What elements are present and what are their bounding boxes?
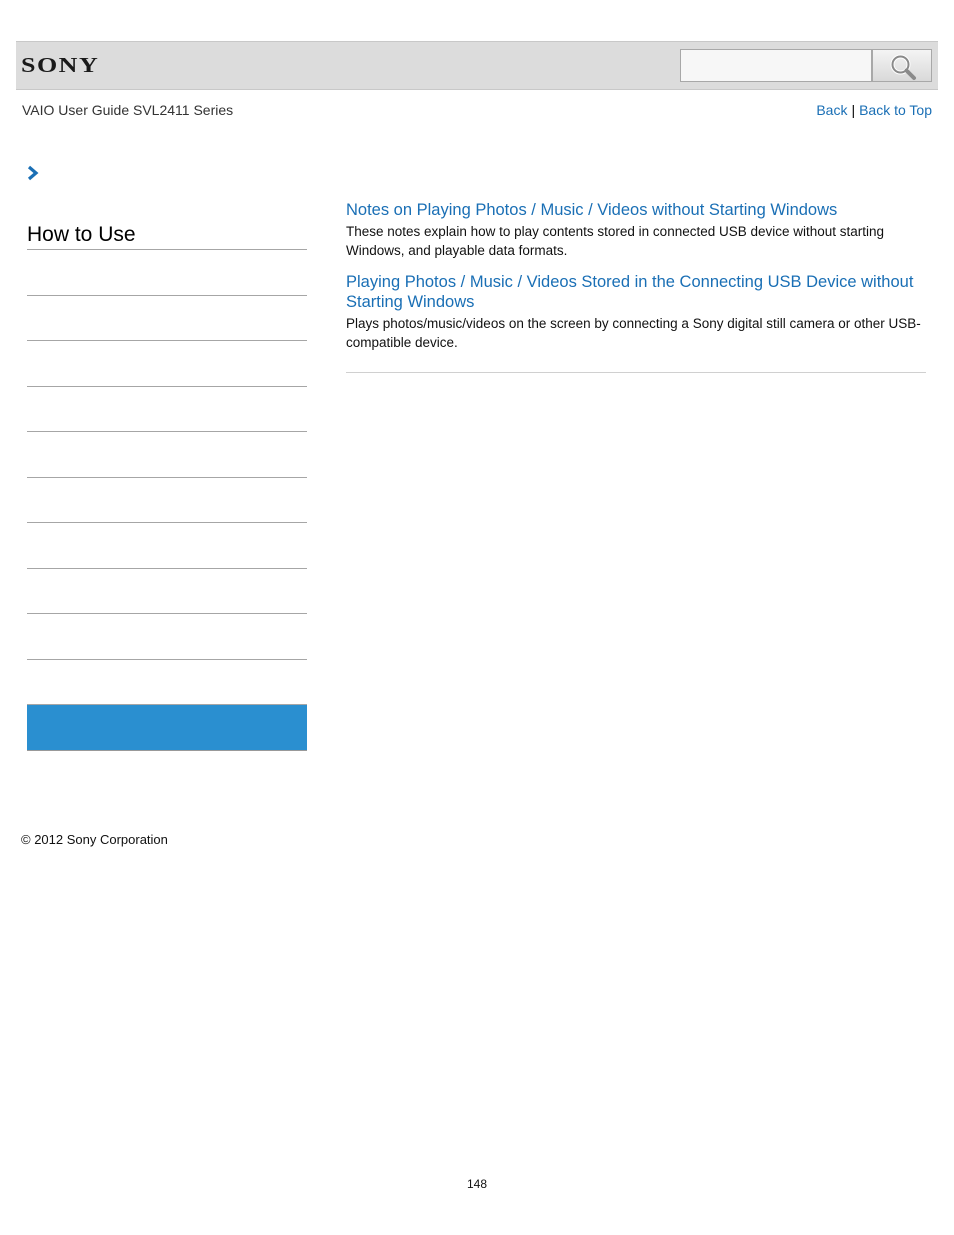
sony-logo: SONY [21, 53, 100, 77]
sidebar-item[interactable] [27, 250, 307, 296]
top-links: Back | Back to Top [816, 102, 932, 118]
sidebar-item[interactable] [27, 569, 307, 614]
topic-description: Plays photos/music/videos on the screen … [346, 316, 921, 350]
topic-item: Notes on Playing Photos / Music / Videos… [346, 200, 926, 260]
sidebar-item[interactable] [27, 478, 307, 523]
header-bar: SONY [16, 41, 938, 90]
back-link[interactable]: Back [816, 102, 847, 118]
topic-list: Notes on Playing Photos / Music / Videos… [346, 200, 926, 364]
sidebar-item[interactable] [27, 614, 307, 660]
topic-description: These notes explain how to play contents… [346, 224, 885, 258]
topic-link[interactable]: Playing Photos / Music / Videos Stored i… [346, 272, 926, 312]
chevron-right-icon[interactable] [26, 165, 40, 181]
magnifier-icon [890, 54, 916, 80]
link-separator: | [851, 102, 856, 118]
page-number: 148 [466, 1177, 488, 1191]
sidebar-item[interactable] [27, 296, 307, 341]
sidebar-item[interactable] [27, 432, 307, 478]
sidebar-item[interactable] [27, 387, 307, 432]
topic-item: Playing Photos / Music / Videos Stored i… [346, 272, 926, 352]
topic-link[interactable]: Notes on Playing Photos / Music / Videos… [346, 200, 926, 220]
sidebar-item[interactable] [27, 523, 307, 569]
sidebar-item[interactable] [27, 660, 307, 705]
content-divider [346, 372, 926, 373]
sidebar-heading: How to Use [27, 220, 307, 250]
sidebar: How to Use [27, 220, 307, 751]
sidebar-item[interactable] [27, 341, 307, 387]
back-to-top-link[interactable]: Back to Top [859, 102, 932, 118]
copyright: © 2012 Sony Corporation [21, 832, 168, 847]
sidebar-item-selected[interactable] [27, 705, 307, 751]
search-button[interactable] [872, 49, 932, 82]
guide-title: VAIO User Guide SVL2411 Series [22, 102, 234, 118]
search-input[interactable] [680, 49, 872, 82]
